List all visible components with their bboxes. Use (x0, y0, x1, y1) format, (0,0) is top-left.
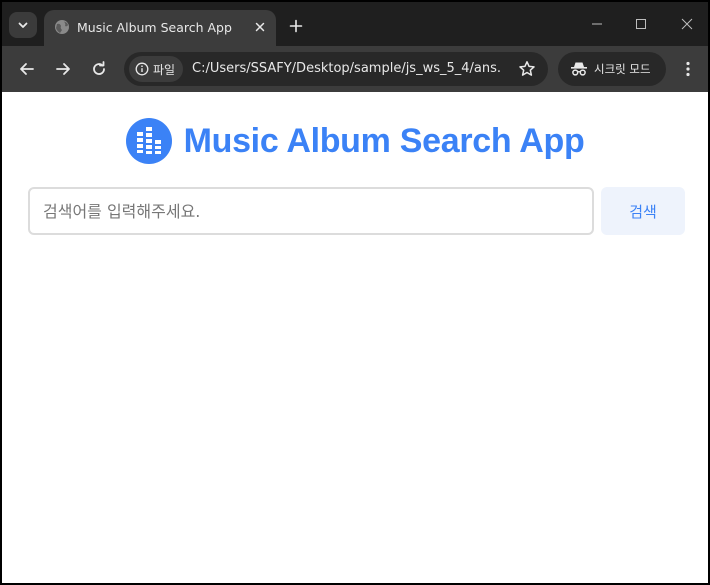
app-header: Music Album Search App (2, 118, 708, 164)
search-input[interactable] (28, 187, 594, 235)
tab-title: Music Album Search App (77, 20, 232, 35)
bookmark-star-icon[interactable] (518, 60, 536, 78)
close-icon (681, 18, 693, 30)
back-button[interactable] (16, 58, 38, 80)
arrow-right-icon (56, 63, 70, 75)
tab-search-button[interactable] (9, 12, 37, 38)
info-icon (135, 62, 149, 76)
browser-tab[interactable]: Music Album Search App (44, 10, 276, 46)
more-vertical-icon (686, 61, 690, 77)
music-equalizer-icon (125, 118, 172, 164)
close-tab-button[interactable] (252, 19, 268, 35)
browser-window: Music Album Search App 파일 C:/Users/SSAFY… (0, 0, 710, 585)
maximize-icon (636, 19, 646, 29)
incognito-icon (571, 62, 587, 76)
page-title: Music Album Search App (183, 121, 585, 160)
new-tab-button[interactable] (286, 16, 306, 36)
url-text[interactable]: C:/Users/SSAFY/Desktop/sample/js_ws_5_4/… (192, 61, 502, 76)
arrow-left-icon (20, 63, 34, 75)
maximize-button[interactable] (631, 14, 651, 34)
incognito-indicator[interactable]: 시크릿 모드 (558, 52, 666, 86)
address-bar[interactable]: 파일 C:/Users/SSAFY/Desktop/sample/js_ws_5… (124, 52, 548, 86)
incognito-label: 시크릿 모드 (594, 62, 651, 76)
site-info-chip[interactable]: 파일 (129, 56, 183, 82)
site-info-label: 파일 (153, 62, 176, 77)
plus-icon (289, 19, 303, 33)
page-content: Music Album Search App 검색 (2, 92, 708, 583)
search-button[interactable]: 검색 (601, 187, 685, 235)
forward-button[interactable] (52, 58, 74, 80)
title-bar: Music Album Search App (2, 2, 708, 46)
globe-icon (55, 20, 69, 34)
window-close-button[interactable] (677, 14, 697, 34)
minimize-button[interactable] (587, 14, 607, 34)
browser-menu-button[interactable] (678, 58, 698, 80)
close-icon (255, 22, 265, 32)
reload-icon (93, 61, 105, 75)
minimize-icon (592, 23, 602, 25)
reload-button[interactable] (88, 58, 110, 80)
browser-toolbar: 파일 C:/Users/SSAFY/Desktop/sample/js_ws_5… (2, 46, 708, 92)
chevron-down-icon (18, 22, 28, 28)
